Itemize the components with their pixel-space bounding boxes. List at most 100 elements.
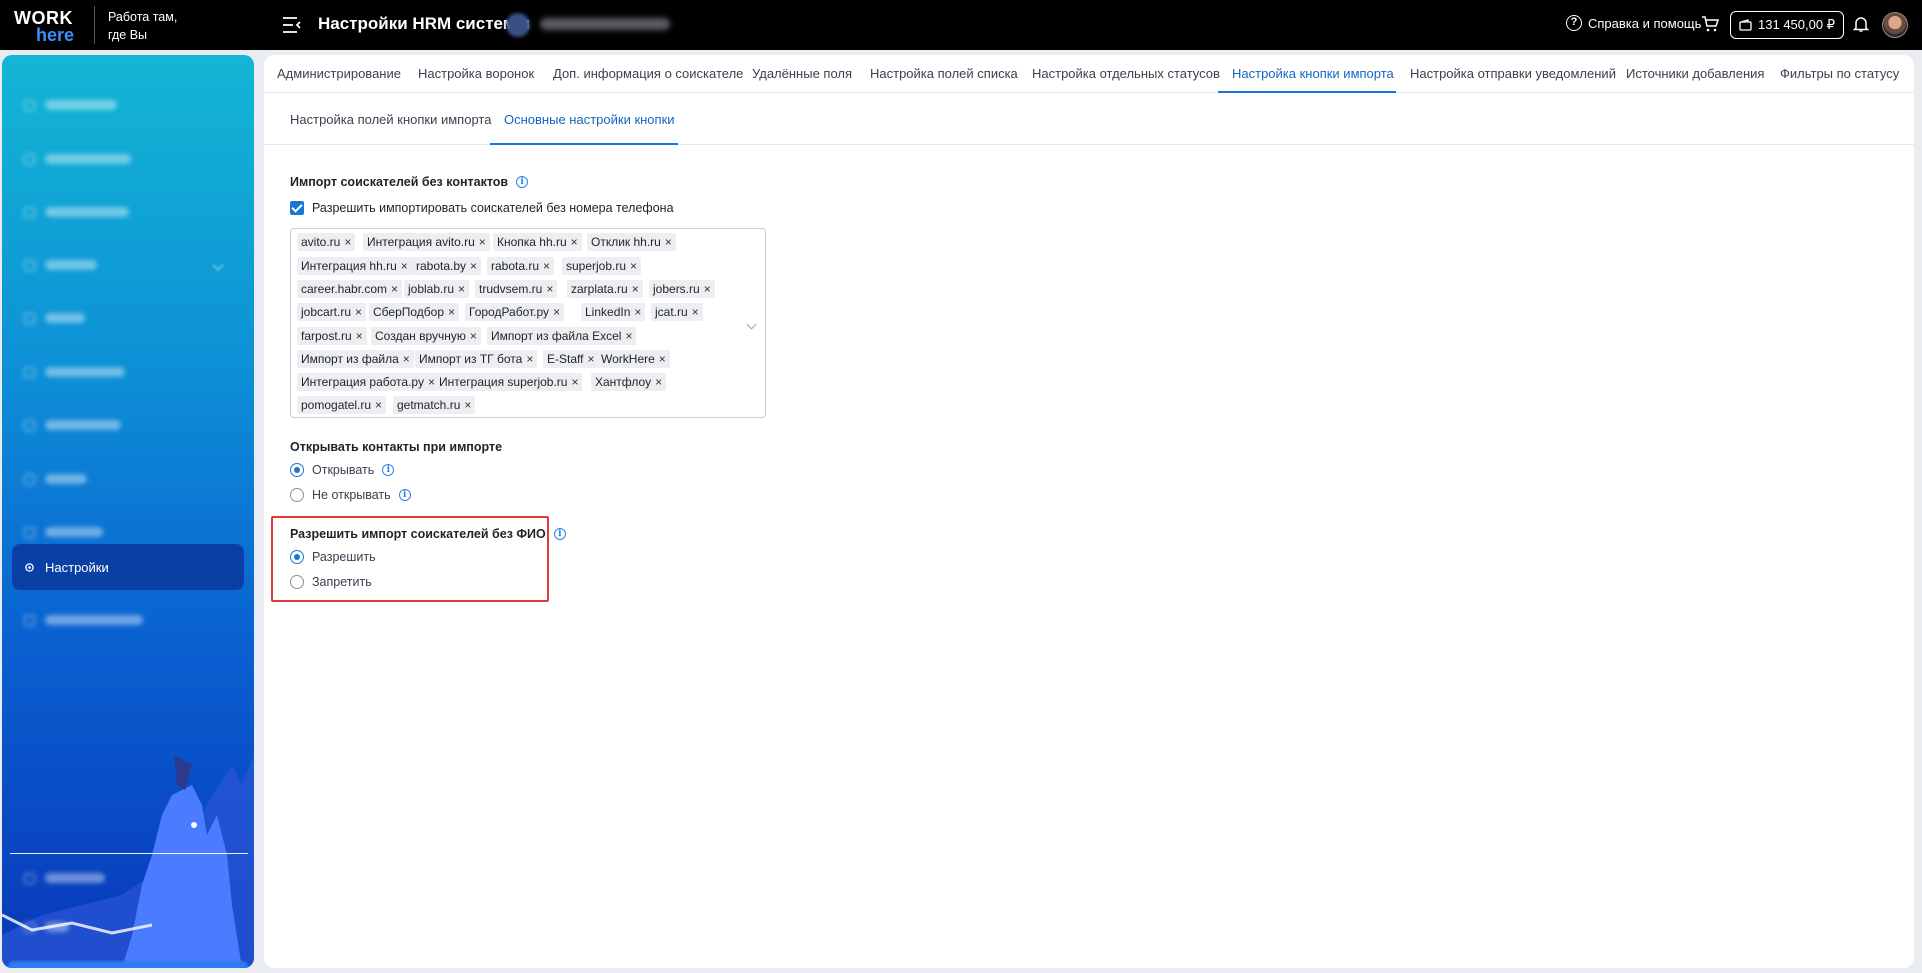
radio-button-selected[interactable]	[290, 463, 304, 477]
nav-label-redacted	[45, 367, 125, 377]
chip-label: jcat.ru	[655, 305, 688, 319]
remove-chip-icon[interactable]: ×	[464, 398, 471, 412]
remove-chip-icon[interactable]: ×	[630, 259, 637, 273]
help-link[interactable]: ? Справка и помощь	[1566, 15, 1701, 31]
radio-open-contacts[interactable]: Открывать i	[290, 463, 395, 477]
remove-chip-icon[interactable]: ×	[344, 235, 351, 249]
chip-label: СберПодбор	[373, 305, 445, 319]
source-chip: Импорт из файла Excel ×	[487, 327, 637, 345]
sidebar-item-6[interactable]	[12, 352, 244, 392]
remove-chip-icon[interactable]: ×	[391, 282, 398, 296]
remove-chip-icon[interactable]: ×	[470, 259, 477, 273]
sidebar-item-settings[interactable]: Настройки	[12, 544, 244, 590]
chip-label: rabota.by	[416, 259, 467, 273]
subtab-main-settings[interactable]: Основные настройки кнопки	[504, 112, 675, 127]
remove-chip-icon[interactable]: ×	[428, 375, 435, 389]
remove-chip-icon[interactable]: ×	[458, 282, 465, 296]
remove-chip-icon[interactable]: ×	[479, 235, 486, 249]
tab-deleted-fields[interactable]: Удалённые поля	[752, 66, 852, 81]
remove-chip-icon[interactable]: ×	[704, 282, 711, 296]
info-icon[interactable]: i	[398, 489, 411, 501]
tab-sources[interactable]: Источники добавления	[1626, 66, 1764, 81]
info-icon[interactable]: i	[516, 176, 529, 188]
company-name-redacted[interactable]	[540, 18, 670, 30]
remove-chip-icon[interactable]: ×	[553, 305, 560, 319]
remove-chip-icon[interactable]: ×	[692, 305, 699, 319]
remove-chip-icon[interactable]: ×	[543, 259, 550, 273]
allow-no-phone-checkbox[interactable]	[290, 201, 304, 215]
telegram-button[interactable]	[8, 961, 248, 968]
radio-button[interactable]	[290, 488, 304, 502]
notifications-bell-icon[interactable]	[1852, 15, 1870, 33]
import-without-contacts-label: Импорт соискателей без контактов	[290, 175, 509, 189]
sidebar-item-bottom-1[interactable]	[12, 858, 244, 898]
tab-candidate-extra-info[interactable]: Доп. информация о соискателе	[553, 66, 743, 81]
sidebar-item-1[interactable]	[12, 85, 244, 125]
tab-funnels[interactable]: Настройка воронок	[418, 66, 534, 81]
tab-administration[interactable]: Администрирование	[277, 66, 401, 81]
active-subtab-indicator	[490, 143, 678, 145]
chip-label: Отклик hh.ru	[591, 235, 661, 249]
remove-chip-icon[interactable]: ×	[470, 329, 477, 343]
menu-toggle-icon[interactable]	[282, 16, 302, 34]
remove-chip-icon[interactable]: ×	[587, 352, 594, 366]
remove-chip-icon[interactable]: ×	[571, 235, 578, 249]
sidebar-item-10[interactable]	[12, 600, 244, 640]
chip-label: career.habr.com	[301, 282, 388, 296]
allow-no-phone-checkbox-row[interactable]: Разрешить импортировать соискателей без …	[290, 201, 674, 215]
nav-label-redacted	[45, 527, 103, 537]
remove-chip-icon[interactable]: ×	[571, 375, 578, 389]
sidebar-item-2[interactable]	[12, 139, 244, 179]
sidebar-item-4[interactable]	[12, 245, 244, 285]
tab-import-button[interactable]: Настройка кнопки импорта	[1232, 66, 1394, 81]
workhere-logo[interactable]: WORK here	[14, 8, 78, 45]
remove-chip-icon[interactable]: ×	[401, 259, 408, 273]
sidebar-item-3[interactable]	[12, 192, 244, 232]
company-avatar[interactable]	[506, 13, 530, 37]
balance-button[interactable]: 131 450,00 ₽	[1730, 11, 1844, 39]
info-icon[interactable]: i	[382, 464, 395, 476]
remove-chip-icon[interactable]: ×	[355, 305, 362, 319]
tab-list-fields[interactable]: Настройка полей списка	[870, 66, 1018, 81]
chevron-down-icon[interactable]	[746, 319, 757, 330]
nav-label-redacted	[45, 154, 131, 164]
radio-do-not-open-contacts[interactable]: Не открывать i	[290, 488, 411, 502]
source-chip: rabota.ru ×	[487, 257, 555, 275]
user-avatar[interactable]	[1882, 12, 1908, 38]
chip-label: Импорт из файла	[301, 352, 399, 366]
remove-chip-icon[interactable]: ×	[375, 398, 382, 412]
remove-chip-icon[interactable]: ×	[665, 235, 672, 249]
chip-label: jobers.ru	[653, 282, 700, 296]
open-contacts-label: Открывать контакты при импорте	[290, 440, 503, 454]
tab-notifications[interactable]: Настройка отправки уведомлений	[1410, 66, 1616, 81]
nav-label-redacted	[45, 615, 143, 625]
main-panel: Администрирование Настройка воронок Доп.…	[264, 55, 1914, 968]
cart-icon[interactable]	[1701, 15, 1719, 33]
sources-multiselect[interactable]: avito.ru × Интеграция avito.ru × Кнопка hh…	[290, 228, 766, 418]
nav-icon	[24, 614, 35, 626]
gear-icon	[25, 562, 34, 572]
remove-chip-icon[interactable]: ×	[634, 305, 641, 319]
remove-chip-icon[interactable]: ×	[448, 305, 455, 319]
remove-chip-icon[interactable]: ×	[655, 375, 662, 389]
remove-chip-icon[interactable]: ×	[356, 329, 363, 343]
nav-label-redacted	[45, 313, 85, 323]
remove-chip-icon[interactable]: ×	[526, 352, 533, 366]
sidebar-item-8[interactable]	[12, 459, 244, 499]
chip-label: rabota.ru	[491, 259, 540, 273]
sidebar-item-5[interactable]	[12, 298, 244, 338]
sidebar-item-7[interactable]	[12, 405, 244, 445]
tab-status-filters[interactable]: Фильтры по статусу	[1780, 66, 1899, 81]
remove-chip-icon[interactable]: ×	[659, 352, 666, 366]
nav-icon	[24, 872, 35, 884]
remove-chip-icon[interactable]: ×	[625, 329, 632, 343]
tab-separate-statuses[interactable]: Настройка отдельных статусов	[1032, 66, 1220, 81]
source-chip: trudvsem.ru ×	[475, 280, 558, 298]
subtab-import-fields[interactable]: Настройка полей кнопки импорта	[290, 112, 491, 127]
sidebar-item-bottom-2[interactable]	[12, 907, 244, 947]
remove-chip-icon[interactable]: ×	[546, 282, 553, 296]
sidebar-item-settings-label: Настройки	[45, 559, 109, 575]
info-icon[interactable]: i	[553, 528, 566, 540]
remove-chip-icon[interactable]: ×	[403, 352, 410, 366]
remove-chip-icon[interactable]: ×	[632, 282, 639, 296]
